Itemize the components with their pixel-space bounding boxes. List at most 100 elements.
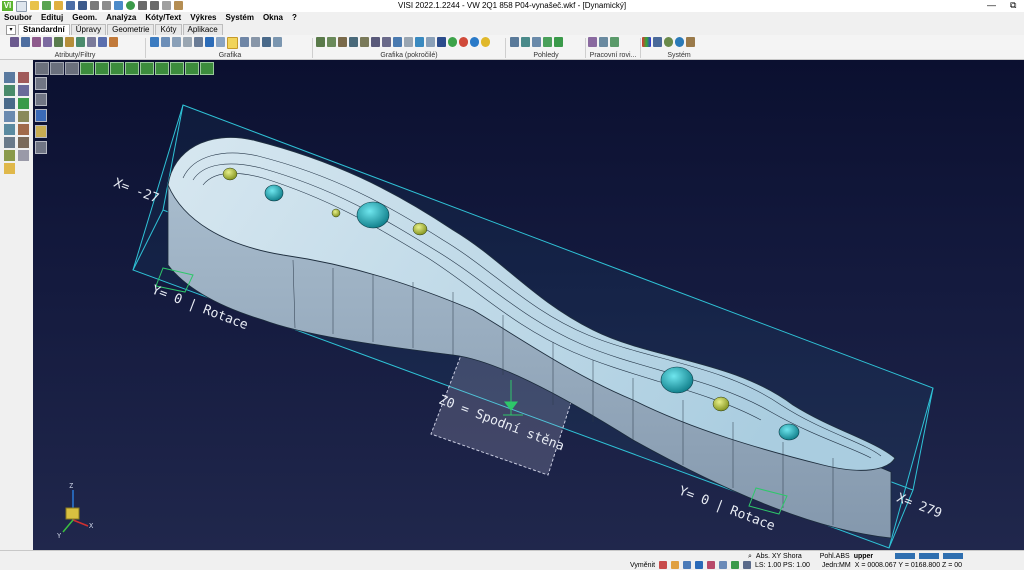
folder-icon[interactable] bbox=[4, 163, 15, 174]
grid-snap-icon[interactable] bbox=[671, 561, 680, 569]
color-swatch[interactable] bbox=[895, 553, 916, 559]
workplane-align-icon[interactable] bbox=[599, 37, 608, 47]
arrow-right-icon[interactable] bbox=[65, 62, 79, 75]
mesh-icon[interactable] bbox=[382, 37, 391, 47]
doc-icon[interactable] bbox=[35, 77, 47, 90]
light-icon[interactable] bbox=[338, 37, 347, 47]
monitor-icon[interactable] bbox=[653, 37, 662, 47]
color-swatch-2[interactable] bbox=[919, 553, 940, 559]
view-right-icon[interactable] bbox=[140, 62, 154, 75]
settings-icon[interactable] bbox=[664, 37, 673, 47]
attributes-icon[interactable] bbox=[10, 37, 19, 47]
texture-icon[interactable] bbox=[327, 37, 336, 47]
view-iso-icon[interactable] bbox=[185, 62, 199, 75]
point-icon[interactable] bbox=[404, 37, 413, 47]
view-cube-icon[interactable] bbox=[80, 62, 94, 75]
active-shade-icon[interactable] bbox=[227, 37, 238, 49]
select-body-icon[interactable] bbox=[4, 98, 15, 109]
sphere-blue-icon[interactable] bbox=[470, 37, 479, 47]
measure-icon[interactable] bbox=[4, 137, 15, 148]
tab-geometrie[interactable]: Geometrie bbox=[107, 24, 155, 35]
select-chain-icon[interactable] bbox=[18, 85, 29, 96]
restore-button[interactable]: ⧉ bbox=[1010, 0, 1016, 11]
level-icon[interactable] bbox=[54, 37, 63, 47]
ortho-icon[interactable] bbox=[683, 561, 692, 569]
list-icon[interactable] bbox=[35, 141, 47, 154]
layers-icon[interactable] bbox=[21, 37, 30, 47]
filter-layer-icon[interactable] bbox=[4, 124, 15, 135]
info-icon[interactable] bbox=[35, 109, 47, 122]
select-face-icon[interactable] bbox=[18, 98, 29, 109]
globe-icon[interactable] bbox=[675, 37, 684, 47]
trash-icon[interactable] bbox=[4, 150, 15, 161]
select-edge-icon[interactable] bbox=[4, 111, 15, 122]
model-canvas[interactable]: X= -27 Y= 0 | Rotace Z0 = Spodní stěna Y… bbox=[33, 60, 1024, 550]
view-left-icon[interactable] bbox=[125, 62, 139, 75]
body-icon[interactable] bbox=[393, 37, 402, 47]
cylinder-icon[interactable] bbox=[172, 37, 181, 47]
outline-icon[interactable] bbox=[216, 37, 225, 47]
help-icon[interactable] bbox=[695, 561, 704, 569]
view-front-icon[interactable] bbox=[95, 62, 109, 75]
doc2-icon[interactable] bbox=[35, 93, 47, 106]
tab-upravy[interactable]: Úpravy bbox=[70, 24, 107, 35]
edge-icon[interactable] bbox=[240, 37, 249, 47]
tab-standardni[interactable]: Standardní bbox=[18, 24, 70, 35]
dimension-icon[interactable] bbox=[18, 137, 29, 148]
sphere-multi-icon[interactable] bbox=[459, 37, 468, 47]
monitor-status-icon[interactable] bbox=[743, 561, 752, 569]
menu-okna[interactable]: Okna bbox=[263, 12, 283, 24]
menu-vykres[interactable]: Výkres bbox=[190, 12, 216, 24]
shield-icon[interactable] bbox=[437, 37, 446, 47]
menu-help[interactable]: ? bbox=[292, 12, 297, 24]
view-rotate-icon[interactable] bbox=[510, 37, 519, 47]
view-bottom-icon[interactable] bbox=[170, 62, 184, 75]
filter-color-icon[interactable] bbox=[18, 124, 29, 135]
snap-icon[interactable] bbox=[659, 561, 668, 569]
box-icon[interactable] bbox=[262, 37, 271, 47]
grid-icon[interactable] bbox=[686, 37, 695, 47]
redraw-icon[interactable] bbox=[150, 37, 159, 47]
cylinder-adv-icon[interactable] bbox=[426, 37, 435, 47]
note-icon[interactable] bbox=[35, 125, 47, 138]
section-icon[interactable] bbox=[251, 37, 260, 47]
select-icon[interactable] bbox=[4, 72, 15, 83]
select-point-icon[interactable] bbox=[18, 111, 29, 122]
view-mode-icon[interactable] bbox=[50, 62, 64, 75]
replace-toggle[interactable]: Vyměnit bbox=[630, 561, 655, 570]
transparency-icon[interactable] bbox=[360, 37, 369, 47]
workplane-icon[interactable] bbox=[588, 37, 597, 47]
view-dynamic-icon[interactable] bbox=[200, 62, 214, 75]
select-window-icon[interactable] bbox=[4, 85, 15, 96]
entity-icon[interactable] bbox=[76, 37, 85, 47]
cube-icon[interactable] bbox=[273, 37, 282, 47]
menu-soubor[interactable]: Soubor bbox=[4, 12, 32, 24]
render-icon[interactable] bbox=[349, 37, 358, 47]
layer-indicator[interactable]: upper bbox=[854, 552, 873, 561]
width-icon[interactable] bbox=[87, 37, 96, 47]
view-indicator[interactable]: Abs. XY Shora bbox=[756, 552, 802, 561]
clip-icon[interactable] bbox=[371, 37, 380, 47]
color-swatch-3[interactable] bbox=[943, 553, 964, 559]
view-top-icon[interactable] bbox=[155, 62, 169, 75]
menu-geom[interactable]: Geom. bbox=[72, 12, 97, 24]
view-pan-icon[interactable] bbox=[532, 37, 541, 47]
layer-manager-icon[interactable] bbox=[707, 561, 716, 569]
view-refresh-icon[interactable] bbox=[554, 37, 563, 47]
hidden-line-icon[interactable] bbox=[194, 37, 203, 47]
minimize-button[interactable]: — bbox=[987, 0, 996, 11]
menu-koty-text[interactable]: Kóty/Text bbox=[145, 12, 181, 24]
deselect-icon[interactable] bbox=[18, 72, 29, 83]
pohl-indicator[interactable]: Pohl.ABS bbox=[820, 552, 850, 561]
color-filter-icon[interactable] bbox=[43, 37, 52, 47]
view-zoom-icon[interactable] bbox=[521, 37, 530, 47]
tab-koty[interactable]: Kóty bbox=[155, 24, 182, 35]
copy-icon[interactable] bbox=[18, 150, 29, 161]
search-icon[interactable]: ⌕ bbox=[748, 552, 752, 561]
menu-edituj[interactable]: Edituj bbox=[41, 12, 63, 24]
tab-aplikace[interactable]: Aplikace bbox=[182, 24, 223, 35]
rotate-status-icon[interactable] bbox=[731, 561, 740, 569]
view-back-icon[interactable] bbox=[110, 62, 124, 75]
menu-analyza[interactable]: Analýza bbox=[106, 12, 136, 24]
sphere-green-icon[interactable] bbox=[448, 37, 457, 47]
